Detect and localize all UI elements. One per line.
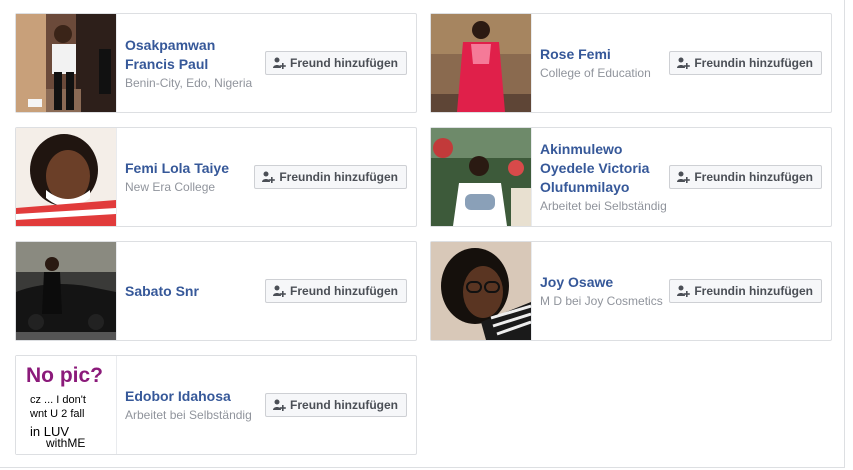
add-friend-button[interactable]: Freund hinzufügen <box>265 393 407 417</box>
add-friend-button-label: Freundin hinzufügen <box>694 170 813 184</box>
add-friend-button[interactable]: Freundin hinzufügen <box>669 51 822 75</box>
add-friend-button-label: Freundin hinzufügen <box>694 284 813 298</box>
suggestion-name-link[interactable]: Femi Lola Taiye <box>125 159 265 178</box>
suggestion-subtitle: College of Education <box>540 66 651 80</box>
profile-photo[interactable] <box>431 242 532 340</box>
profile-photo[interactable] <box>16 242 117 340</box>
suggestion-card: Osakpamwan Francis Paul Benin-City, Edo,… <box>15 13 417 113</box>
add-friend-icon <box>272 398 286 412</box>
suggestion-name-link[interactable]: Edobor Idahosa <box>125 387 265 406</box>
add-friend-icon <box>676 170 691 184</box>
suggestion-name-link[interactable]: Rose Femi <box>540 45 680 64</box>
profile-photo[interactable] <box>431 128 532 226</box>
suggestion-name-link[interactable]: Joy Osawe <box>540 273 680 292</box>
add-friend-icon <box>272 284 286 298</box>
add-friend-button-label: Freund hinzufügen <box>290 56 398 70</box>
suggestion-subtitle: Arbeitet bei Selbständig <box>125 408 252 422</box>
add-friend-button-label: Freundin hinzufügen <box>694 56 813 70</box>
add-friend-icon <box>676 56 691 70</box>
nopic-line: cz ... I don't <box>30 394 86 406</box>
suggestion-subtitle: New Era College <box>125 180 216 194</box>
suggestion-subtitle: M D bei Joy Cosmetics <box>540 294 663 308</box>
add-friend-icon <box>261 170 276 184</box>
suggestion-card: No pic? cz ... I don't wnt U 2 fall in L… <box>15 355 417 455</box>
suggestion-card: Rose Femi College of Education Freundin … <box>430 13 832 113</box>
add-friend-button[interactable]: Freundin hinzufügen <box>254 165 407 189</box>
suggestion-name-link[interactable]: Sabato Snr <box>125 282 265 301</box>
add-friend-button[interactable]: Freundin hinzufügen <box>669 165 822 189</box>
no-pic-placeholder: No pic? cz ... I don't wnt U 2 fall in L… <box>16 356 116 454</box>
suggestion-name-link[interactable]: Osakpamwan Francis Paul <box>125 36 265 74</box>
add-friend-icon <box>676 284 691 298</box>
suggestion-name-link[interactable]: Akinmulewo Oyedele Victoria Olufunmilayo <box>540 140 680 197</box>
add-friend-button[interactable]: Freund hinzufügen <box>265 279 407 303</box>
profile-photo[interactable] <box>431 14 532 112</box>
suggestion-card: Akinmulewo Oyedele Victoria Olufunmilayo… <box>430 127 832 227</box>
nopic-line: wnt U 2 fall <box>30 408 85 420</box>
suggestion-card: Sabato Snr Freund hinzufügen <box>15 241 417 341</box>
nopic-line: No pic? <box>26 364 103 387</box>
add-friend-button-label: Freundin hinzufügen <box>279 170 398 184</box>
profile-photo[interactable] <box>16 14 117 112</box>
add-friend-button[interactable]: Freund hinzufügen <box>265 51 407 75</box>
suggestion-subtitle: Arbeitet bei Selbständig <box>540 199 667 213</box>
add-friend-button-label: Freund hinzufügen <box>290 398 398 412</box>
add-friend-icon <box>272 56 286 70</box>
add-friend-button[interactable]: Freundin hinzufügen <box>669 279 822 303</box>
suggestion-card: Femi Lola Taiye New Era College Freundin… <box>15 127 417 227</box>
profile-photo[interactable]: No pic? cz ... I don't wnt U 2 fall in L… <box>16 356 117 454</box>
profile-photo[interactable] <box>16 128 117 226</box>
add-friend-button-label: Freund hinzufügen <box>290 284 398 298</box>
suggestion-subtitle: Benin-City, Edo, Nigeria <box>125 75 253 90</box>
suggestion-card: Joy Osawe M D bei Joy Cosmetics Freundin… <box>430 241 832 341</box>
nopic-line: withME <box>46 436 86 450</box>
